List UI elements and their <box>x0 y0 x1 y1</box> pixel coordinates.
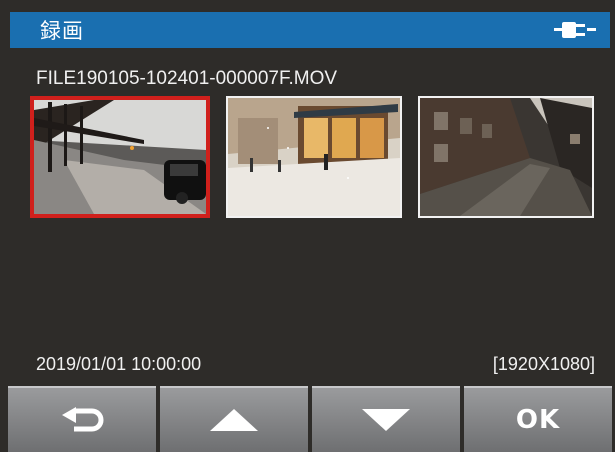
triangle-down-icon <box>362 409 410 431</box>
triangle-up-icon <box>210 409 258 431</box>
thumbnail-bridge-night[interactable] <box>30 96 210 218</box>
back-button[interactable] <box>8 386 156 452</box>
video-resolution: [1920X1080] <box>492 354 595 374</box>
thumbnail-strip <box>30 96 600 220</box>
thumbnail-snowy-street[interactable] <box>226 96 402 218</box>
down-button[interactable] <box>312 386 460 452</box>
thumbnail-alley-evening[interactable] <box>418 96 594 218</box>
snowy-street-image <box>228 98 400 216</box>
power-plug-icon <box>554 19 596 41</box>
playback-screen: 録画 FILE190105-102401-000007F.MOV 2019/01… <box>0 0 615 452</box>
file-name: FILE190105-102401-000007F.MOV <box>36 68 338 89</box>
soft-button-bar: OK <box>8 386 612 452</box>
ok-label: OK <box>515 405 561 435</box>
recording-datetime: 2019/01/01 10:00:00 <box>36 354 202 374</box>
alley-evening-image <box>420 98 592 216</box>
return-arrow-icon <box>62 407 104 432</box>
up-button[interactable] <box>160 386 308 452</box>
bridge-night-image <box>34 100 206 214</box>
page-title: 録画 <box>40 20 84 43</box>
title-bar: 録画 <box>10 12 610 48</box>
ok-button[interactable]: OK <box>464 386 612 452</box>
